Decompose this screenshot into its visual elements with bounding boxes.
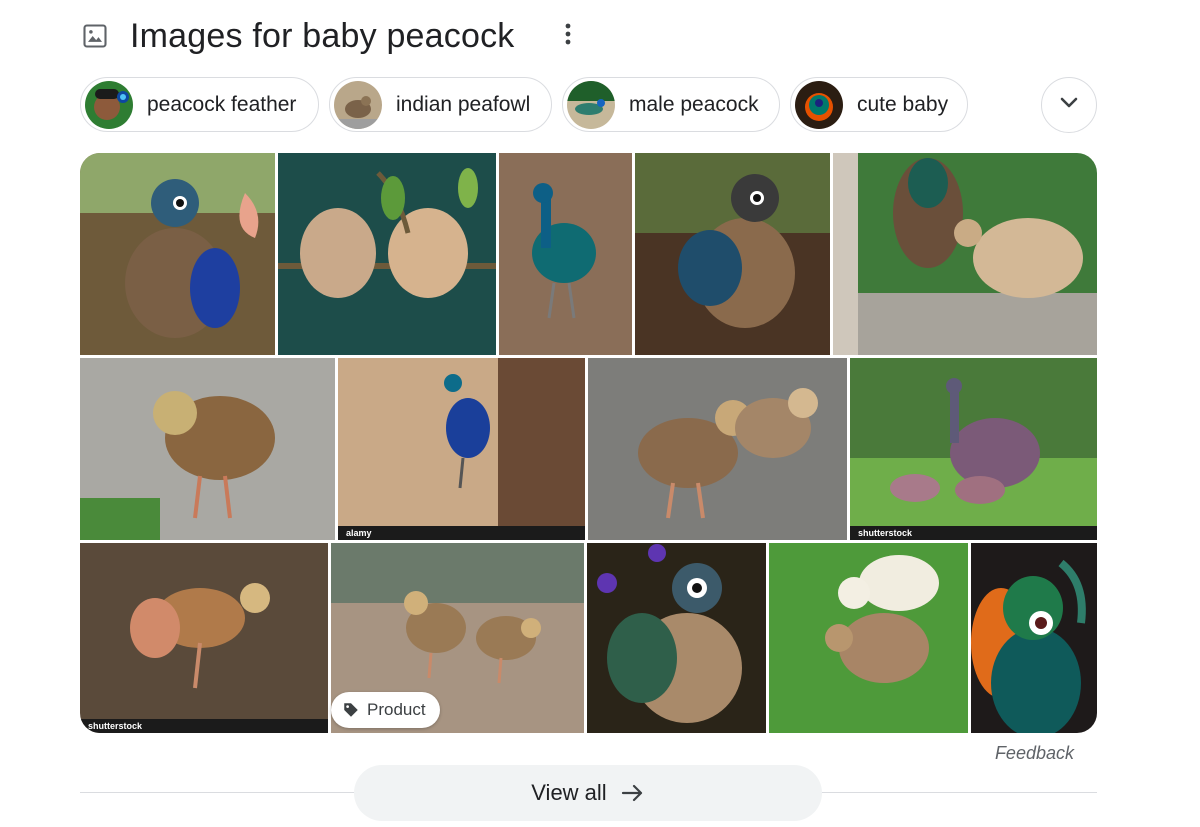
chip-thumbnail [567,80,615,129]
image-icon [80,21,110,51]
chip-cute-baby[interactable]: cute baby [790,77,968,132]
image-grid: alamy shutterstock shutterstock [80,153,1097,733]
image-watermark: alamy [338,526,585,540]
image-result[interactable] [833,153,1097,355]
chip-thumbnail [334,80,382,129]
chip-male-peacock[interactable]: male peacock [562,77,780,132]
more-options-button[interactable] [552,18,584,54]
feedback-link[interactable]: Feedback [995,743,1074,764]
product-badge-label: Product [367,700,426,719]
image-result[interactable] [278,153,496,355]
image-result[interactable] [499,153,632,355]
image-result[interactable]: shutterstock [80,543,328,733]
image-watermark: shutterstock [80,719,328,733]
chip-label: peacock feather [147,92,297,116]
product-badge[interactable]: Product [331,692,440,728]
image-result[interactable] [971,543,1097,733]
image-result[interactable] [80,358,335,540]
chip-peacock-feather[interactable]: peacock feather [80,77,319,132]
page-title: Images for baby peacock [130,16,515,55]
image-result[interactable] [635,153,830,355]
chip-thumbnail [85,80,133,129]
expand-chips-button[interactable] [1041,77,1097,133]
image-result[interactable] [80,153,275,355]
chip-indian-peafowl[interactable]: indian peafowl [329,77,552,132]
view-all-label: View all [531,780,607,805]
image-result[interactable] [588,358,847,540]
image-result[interactable] [587,543,766,733]
chevron-down-icon [1060,96,1078,114]
results-header: Images for baby peacock [80,14,514,58]
chip-thumbnail [795,80,843,129]
related-search-chips: peacock feather indian peafowl male peac… [80,77,968,133]
more-vert-icon [565,23,571,50]
tag-icon [341,700,361,720]
chip-label: male peacock [629,92,759,116]
image-result[interactable] [769,543,968,733]
chip-label: cute baby [857,92,949,116]
image-result[interactable]: shutterstock [850,358,1097,540]
image-watermark: shutterstock [850,526,1097,540]
image-result[interactable]: alamy [338,358,585,540]
view-all-button[interactable]: View all [354,765,822,821]
chip-label: indian peafowl [396,92,531,116]
arrow-right-icon [621,781,645,805]
